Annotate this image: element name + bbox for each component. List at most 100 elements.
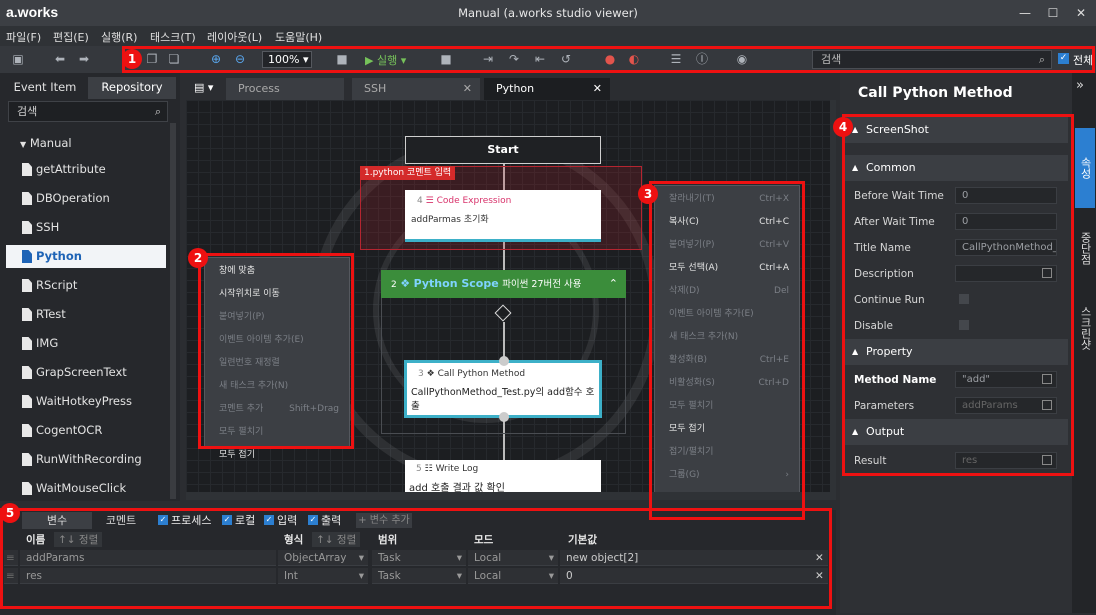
connector-handle[interactable] <box>499 412 509 422</box>
chevron-up-icon[interactable]: ⌃ <box>609 270 618 298</box>
copy-icon[interactable]: ❐ <box>144 52 160 66</box>
section-output[interactable]: ▲ Output <box>844 419 1068 445</box>
step-out-icon[interactable]: ⇤ <box>532 52 548 66</box>
chevron-down-icon[interactable]: ▾ <box>457 550 462 565</box>
name-sort-button[interactable]: ↑↓ 정렬 <box>54 532 103 547</box>
zoom-out-icon[interactable]: ⊖ <box>232 52 248 66</box>
edit-icon[interactable] <box>1042 374 1052 384</box>
tab-comments[interactable]: 코멘트 <box>92 512 150 529</box>
variable-type-cell[interactable]: ObjectArray ▾ <box>278 550 368 566</box>
header-mode[interactable]: 모드 <box>474 532 493 547</box>
output-checkbox[interactable]: ✓ <box>308 515 318 525</box>
context-menu-item[interactable]: 복사(C) Ctrl+C <box>655 211 799 234</box>
tree-item-cogentocr[interactable]: CogentOCR <box>6 419 166 442</box>
header-name[interactable]: 이름 <box>26 532 45 547</box>
drag-handle-icon[interactable]: ≡ <box>4 568 18 584</box>
tab-ssh[interactable]: SSH ✕ <box>352 78 480 100</box>
context-menu-item[interactable]: 새 태스크 추가(N) <box>205 375 349 398</box>
context-menu-item[interactable]: 모두 접기 <box>655 418 799 441</box>
menu-run[interactable]: 실행(R) <box>101 29 137 45</box>
tree-item-ssh[interactable]: SSH <box>6 216 166 239</box>
variable-mode-cell[interactable]: Local ▾ <box>468 568 558 584</box>
menu-layout[interactable]: 레이아웃(L) <box>207 29 262 45</box>
context-menu-item[interactable]: 잘라내기(T) Ctrl+X <box>655 188 799 211</box>
context-menu-item[interactable]: 모두 선택(A) Ctrl+A <box>655 257 799 280</box>
tree-root[interactable]: ▼ Manual <box>6 132 166 155</box>
delete-variable-icon[interactable]: ✕ <box>812 568 828 584</box>
tree-item-rtest[interactable]: RTest <box>6 303 166 326</box>
all-checkbox[interactable]: ✓ <box>1058 53 1069 64</box>
header-type[interactable]: 형식 <box>284 532 303 547</box>
side-tab-breakpoints[interactable]: 중단점 <box>1075 213 1095 283</box>
tree-item-rscript[interactable]: RScript <box>6 274 166 297</box>
context-menu-item[interactable]: 비활성화(S) Ctrl+D <box>655 372 799 395</box>
chevron-down-icon[interactable]: ▾ <box>549 550 554 565</box>
align-icon[interactable]: ☰ <box>668 52 684 66</box>
target-icon[interactable]: ◉ <box>734 52 750 66</box>
context-menu-item[interactable]: 그룹(G) › <box>655 464 799 487</box>
tab-process[interactable]: Process <box>226 78 344 100</box>
close-button[interactable]: ✕ <box>1068 3 1094 23</box>
redo-icon[interactable]: ➡ <box>76 52 92 66</box>
header-scope[interactable]: 범위 <box>378 532 397 547</box>
variable-mode-cell[interactable]: Local ▾ <box>468 550 558 566</box>
section-screenshot[interactable]: ▲ ScreenShot <box>844 117 1068 143</box>
section-property[interactable]: ▲ Property <box>844 339 1068 365</box>
step-over-icon[interactable]: ⇥ <box>480 52 496 66</box>
tree-item-grapscreentext[interactable]: GrapScreenText <box>6 361 166 384</box>
left-scrollbar[interactable] <box>170 123 176 499</box>
close-icon[interactable]: ✕ <box>593 78 602 100</box>
save-icon[interactable]: ▣ <box>10 52 26 66</box>
breakpoint-add-icon[interactable]: ● <box>602 52 618 66</box>
before-wait-input[interactable]: 0 <box>955 187 1057 204</box>
variable-type-cell[interactable]: Int ▾ <box>278 568 368 584</box>
breakpoint-remove-icon[interactable]: ◐ <box>626 52 642 66</box>
chevron-down-icon[interactable]: ▾ <box>359 568 364 583</box>
tree-item-python[interactable]: Python <box>6 245 166 268</box>
python-scope-header[interactable]: 2 ❖ Python Scope 파이썬 27버전 사용 ⌃ <box>381 270 626 298</box>
edit-icon[interactable] <box>1042 400 1052 410</box>
context-menu-item[interactable]: 활성화(B) Ctrl+E <box>655 349 799 372</box>
close-icon[interactable]: ✕ <box>463 78 472 100</box>
variable-scope-cell[interactable]: Task ▾ <box>372 568 466 584</box>
parameters-input[interactable]: addParams <box>955 397 1057 414</box>
drag-handle-icon[interactable]: ≡ <box>4 550 18 566</box>
side-tab-screenshots[interactable]: 스크린샷 <box>1075 288 1095 368</box>
result-input[interactable]: res <box>955 452 1057 469</box>
run-button[interactable]: ▶ 실행 ▾ <box>365 52 406 68</box>
variable-name-cell[interactable]: res <box>20 568 276 584</box>
section-common[interactable]: ▲ Common <box>844 155 1068 181</box>
disable-checkbox[interactable] <box>959 320 969 330</box>
workflow-canvas[interactable]: Start 1.python 코멘트 입력 4 ☰ Code Expressio… <box>186 100 836 500</box>
local-checkbox[interactable]: ✓ <box>222 515 232 525</box>
header-default[interactable]: 기본값 <box>568 532 597 547</box>
variable-scope-cell[interactable]: Task ▾ <box>372 550 466 566</box>
zoom-select[interactable]: 100% ▾ <box>262 51 312 68</box>
description-input[interactable] <box>955 265 1057 282</box>
stop-icon[interactable]: ■ <box>438 52 454 66</box>
tab-variables[interactable]: 변수 <box>22 512 92 529</box>
call-python-method-node[interactable]: 3 ❖ Call Python Method CallPythonMethod_… <box>404 360 602 418</box>
tree-item-runwithrecording[interactable]: RunWithRecording <box>6 448 166 471</box>
variable-name-cell[interactable]: addParams <box>20 550 276 566</box>
variable-default-cell[interactable]: 0 <box>560 568 812 584</box>
context-menu-item[interactable]: 붙여넣기(P) <box>205 306 349 329</box>
context-menu-item[interactable]: 모두 접기 <box>205 444 349 467</box>
menu-task[interactable]: 태스크(T) <box>150 29 196 45</box>
title-name-input[interactable]: CallPythonMethod_ <box>955 239 1057 256</box>
menu-file[interactable]: 파일(F) <box>6 29 41 45</box>
menu-edit[interactable]: 편집(E) <box>53 29 89 45</box>
record-icon[interactable]: ■ <box>334 52 350 66</box>
minimize-button[interactable]: — <box>1012 3 1038 23</box>
context-menu-item[interactable]: 코멘트 추가 Shift+Drag <box>205 398 349 421</box>
chevron-down-icon[interactable]: ▾ <box>359 550 364 565</box>
code-expression-node[interactable]: 4 ☰ Code Expression addParmas 초기화 <box>405 190 601 242</box>
context-menu-item[interactable]: 이벤트 아이템 추가(E) <box>655 303 799 326</box>
restart-icon[interactable]: ↺ <box>558 52 574 66</box>
edit-icon[interactable] <box>1042 268 1052 278</box>
tree-item-getattribute[interactable]: getAttribute <box>6 158 166 181</box>
canvas-hscrollbar[interactable] <box>186 492 836 500</box>
side-tab-properties[interactable]: 속성 <box>1075 128 1095 208</box>
method-name-input[interactable]: "add" <box>955 371 1057 388</box>
tree-item-waithotkeypress[interactable]: WaitHotkeyPress <box>6 390 166 413</box>
